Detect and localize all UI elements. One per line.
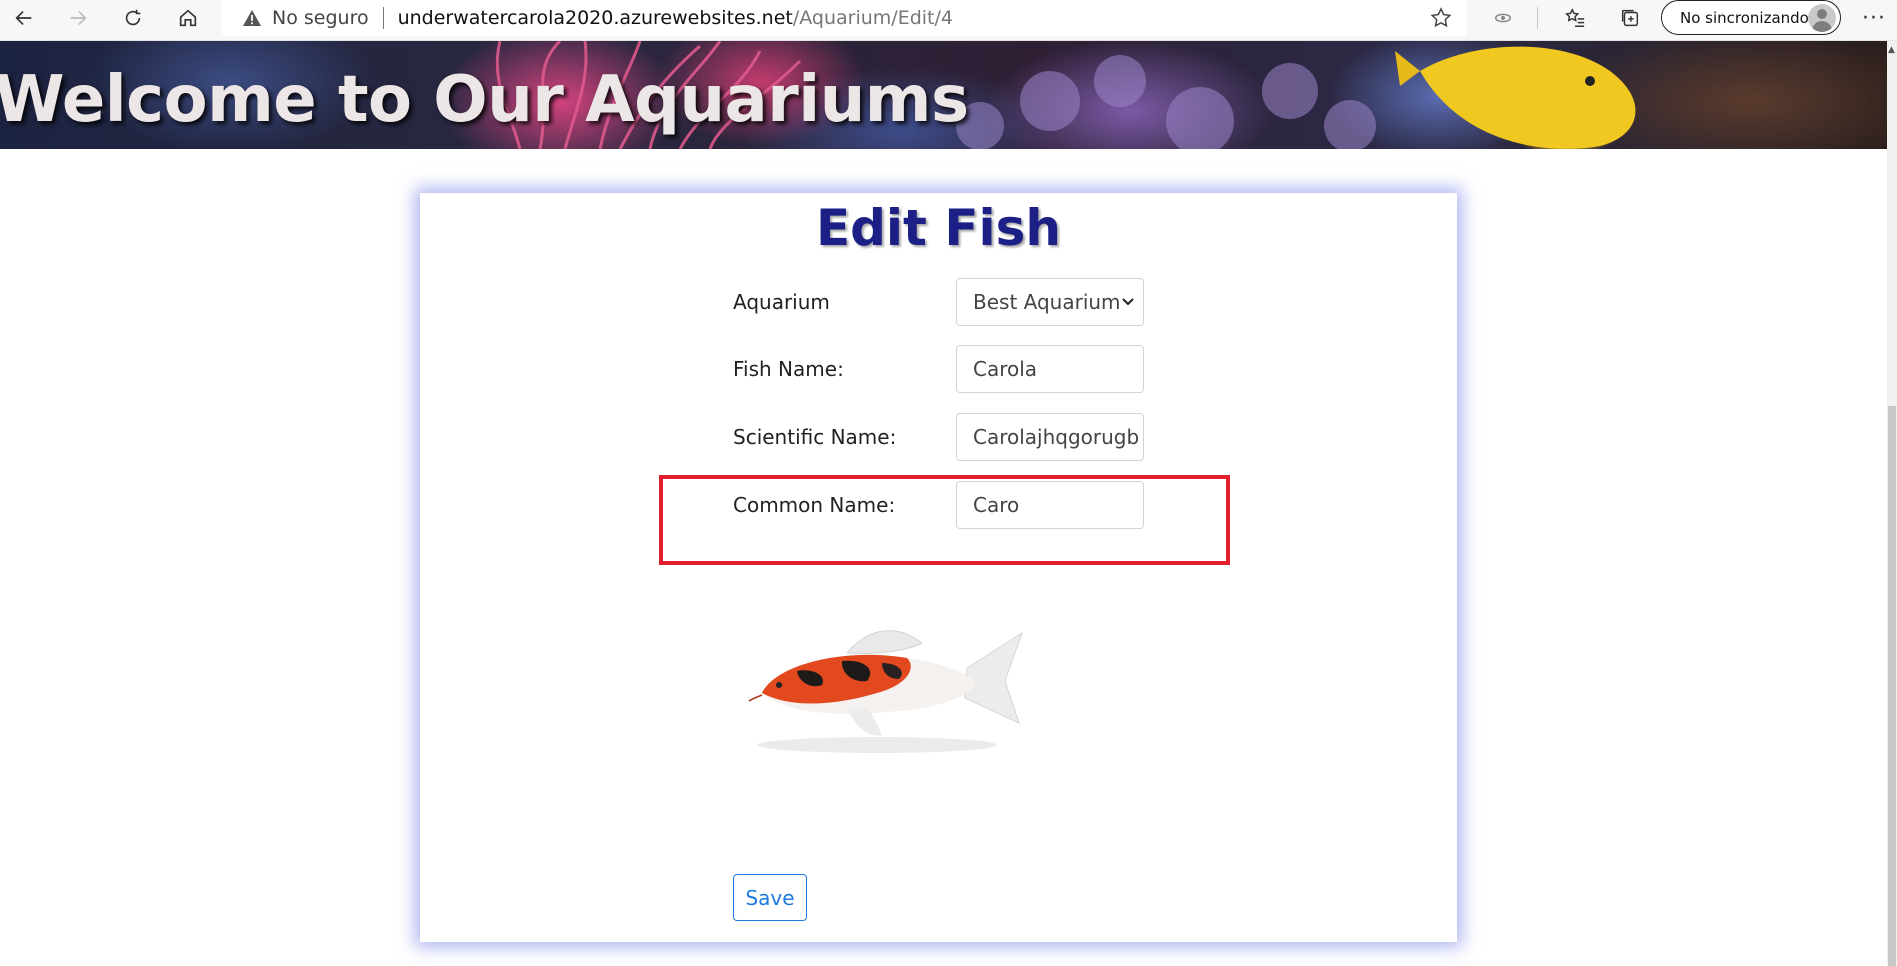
toolbar-divider <box>1537 7 1538 29</box>
chevron-down-icon <box>1122 298 1134 306</box>
refresh-icon[interactable] <box>113 0 153 36</box>
collections-icon[interactable] <box>1610 0 1650 36</box>
scientific-name-input[interactable]: Carolajhqgorugb <box>956 413 1144 461</box>
save-button[interactable]: Save <box>733 874 807 921</box>
aquarium-select[interactable]: Best Aquarium <box>956 278 1144 326</box>
avatar <box>1808 4 1836 32</box>
profile-sync-button[interactable]: No sincronizando <box>1661 0 1841 35</box>
favorites-icon[interactable] <box>1555 0 1595 36</box>
hero-banner: Welcome to Our Aquariums <box>0 41 1887 149</box>
common-name-input[interactable]: Caro <box>956 481 1144 529</box>
aquarium-label: Aquarium <box>733 290 830 314</box>
browser-toolbar: No seguro underwatercarola2020.azurewebs… <box>0 0 1897 41</box>
scroll-up-icon[interactable]: ▲ <box>1888 45 1895 55</box>
banner-title: Welcome to Our Aquariums <box>0 63 969 137</box>
security-label[interactable]: No seguro <box>272 7 369 29</box>
warning-icon[interactable] <box>242 8 262 28</box>
edit-fish-card: Edit Fish Aquarium Best Aquarium Fish Na… <box>420 193 1457 942</box>
common-name-label: Common Name: <box>733 493 896 517</box>
address-separator <box>382 7 384 29</box>
fish-name-input[interactable]: Carola <box>956 345 1144 393</box>
address-bar[interactable]: No seguro underwatercarola2020.azurewebs… <box>222 0 1467 36</box>
home-icon[interactable] <box>168 0 208 36</box>
scrollbar-thumb[interactable] <box>1888 406 1896 966</box>
aquarium-selected-value: Best Aquarium <box>973 290 1121 314</box>
more-options-icon[interactable]: ··· <box>1856 0 1892 36</box>
url-path[interactable]: /Aquarium/Edit/4 <box>793 7 953 29</box>
fish-name-row: Fish Name: Carola <box>733 345 1163 393</box>
common-name-row: Common Name: Caro <box>733 481 1163 529</box>
aquarium-row: Aquarium Best Aquarium <box>733 278 1163 326</box>
scientific-name-label: Scientific Name: <box>733 425 897 449</box>
url-host[interactable]: underwatercarola2020.azurewebsites.net <box>398 7 793 29</box>
reading-view-icon[interactable] <box>1483 0 1523 36</box>
forward-icon[interactable] <box>58 0 98 36</box>
sync-label: No sincronizando <box>1680 8 1809 27</box>
scrollbar[interactable]: ▲ <box>1887 41 1897 966</box>
favorite-star-icon[interactable] <box>1429 6 1453 30</box>
page-title: Edit Fish <box>815 199 1062 257</box>
back-icon[interactable] <box>4 0 44 36</box>
scientific-name-row: Scientific Name: Carolajhqgorugb <box>733 413 1163 461</box>
fish-image <box>748 630 1023 753</box>
fish-name-label: Fish Name: <box>733 357 844 381</box>
